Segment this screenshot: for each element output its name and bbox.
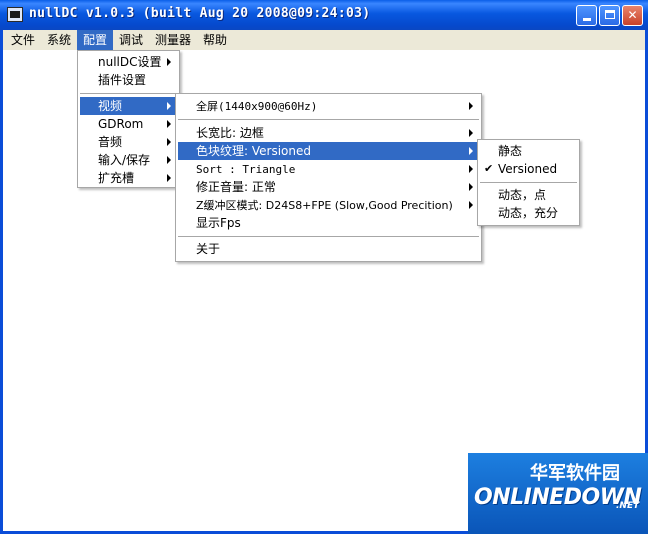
menu-item-versioned[interactable]: ✔ Versioned [480, 160, 577, 178]
menu-item-show-fps[interactable]: 显示Fps [178, 214, 479, 232]
menu-item-expansion[interactable]: 扩充槽 [80, 169, 177, 187]
menu-item-gdrom[interactable]: GDRom [80, 115, 177, 133]
menu-item-label: 视频 [98, 99, 123, 113]
minimize-button[interactable] [576, 5, 597, 26]
menu-separator [178, 236, 479, 237]
menu-help[interactable]: 帮助 [197, 30, 233, 50]
chevron-right-icon [167, 102, 171, 110]
menu-item-aspect-ratio[interactable]: 长宽比: 边框 [178, 124, 479, 142]
close-icon: ✕ [627, 8, 638, 22]
menu-item-about[interactable]: 关于 [178, 240, 479, 258]
chevron-right-icon [469, 147, 473, 155]
menu-item-nulldc-settings[interactable]: nullDC设置 [80, 53, 177, 71]
texture-cache-menu: 静态 ✔ Versioned 动态，点 动态，充分 [477, 139, 580, 226]
menu-item-label: 全屏(1440x900@60Hz) [196, 100, 318, 113]
menu-item-sort[interactable]: Sort : Triangle [178, 160, 479, 178]
menu-item-label: 显示Fps [196, 216, 241, 230]
chevron-right-icon [469, 183, 473, 191]
chevron-right-icon [469, 102, 473, 110]
menu-separator [480, 182, 577, 183]
video-menu: 全屏(1440x900@60Hz) 长宽比: 边框 色块纹理: Versione… [175, 93, 482, 262]
menu-item-label: 长宽比: 边框 [196, 126, 264, 140]
watermark-logo: 华军软件园 ONLINEDOWN .NET [468, 453, 648, 534]
menu-debug[interactable]: 调试 [113, 30, 149, 50]
menu-item-label: 修正音量: 正常 [196, 180, 276, 194]
chevron-right-icon [469, 129, 473, 137]
title-bar[interactable]: nullDC v1.0.3 (built Aug 20 2008@09:24:0… [0, 0, 648, 30]
app-icon[interactable] [7, 7, 23, 22]
menu-item-texture-cache[interactable]: 色块纹理: Versioned [178, 142, 479, 160]
menu-profiler[interactable]: 测量器 [149, 30, 197, 50]
config-menu: nullDC设置 插件设置 视频 GDRom 音频 输入/保存 扩充槽 [77, 50, 180, 188]
watermark-cn: 华军软件园 [530, 463, 620, 484]
menu-item-fullscreen[interactable]: 全屏(1440x900@60Hz) [178, 97, 479, 115]
menu-item-label: Versioned [498, 162, 558, 176]
chevron-right-icon [167, 138, 171, 146]
window-title: nullDC v1.0.3 (built Aug 20 2008@09:24:0… [29, 6, 371, 21]
menu-item-label: Z缓冲区模式: D24S8+FPE (Slow,Good Precition) [196, 199, 453, 212]
watermark-net: .NET [616, 501, 640, 511]
check-icon: ✔ [484, 162, 494, 175]
minimize-icon [582, 18, 591, 21]
menu-item-label: 扩充槽 [98, 171, 135, 185]
menu-item-label: GDRom [98, 117, 144, 131]
maximize-button[interactable] [599, 5, 620, 26]
chevron-right-icon [167, 120, 171, 128]
chevron-right-icon [167, 156, 171, 164]
chevron-right-icon [469, 201, 473, 209]
maximize-icon [604, 10, 615, 19]
menu-item-label: 插件设置 [98, 73, 147, 87]
menu-item-label: nullDC设置 [98, 55, 162, 69]
close-button[interactable]: ✕ [622, 5, 643, 26]
menu-system[interactable]: 系统 [41, 30, 77, 50]
menu-file[interactable]: 文件 [5, 30, 41, 50]
menu-item-label: 动态，点 [498, 188, 547, 202]
menu-item-static[interactable]: 静态 [480, 142, 577, 160]
chevron-right-icon [469, 165, 473, 173]
menu-item-dynamic-full[interactable]: 动态，充分 [480, 204, 577, 222]
menu-separator [80, 93, 177, 94]
menu-item-label: 音频 [98, 135, 123, 149]
menu-item-dynamic-point[interactable]: 动态，点 [480, 186, 577, 204]
menu-item-volume-fix[interactable]: 修正音量: 正常 [178, 178, 479, 196]
menu-item-input-save[interactable]: 输入/保存 [80, 151, 177, 169]
menu-item-label: 关于 [196, 242, 221, 256]
menu-item-plugin-settings[interactable]: 插件设置 [80, 71, 177, 89]
menu-item-label: Sort : Triangle [196, 163, 296, 176]
chevron-right-icon [167, 174, 171, 182]
menu-bar: 文件 系统 配置 调试 测量器 帮助 [3, 30, 645, 50]
menu-item-zbuffer-mode[interactable]: Z缓冲区模式: D24S8+FPE (Slow,Good Precition) [178, 196, 479, 214]
menu-item-label: 色块纹理: Versioned [196, 144, 311, 158]
menu-item-label: 静态 [498, 144, 523, 158]
menu-item-video[interactable]: 视频 [80, 97, 177, 115]
menu-item-label: 输入/保存 [98, 153, 151, 167]
menu-config[interactable]: 配置 [77, 30, 114, 50]
menu-item-label: 动态，充分 [498, 206, 559, 220]
menu-separator [178, 119, 479, 120]
chevron-right-icon [167, 58, 171, 66]
menu-item-audio[interactable]: 音频 [80, 133, 177, 151]
